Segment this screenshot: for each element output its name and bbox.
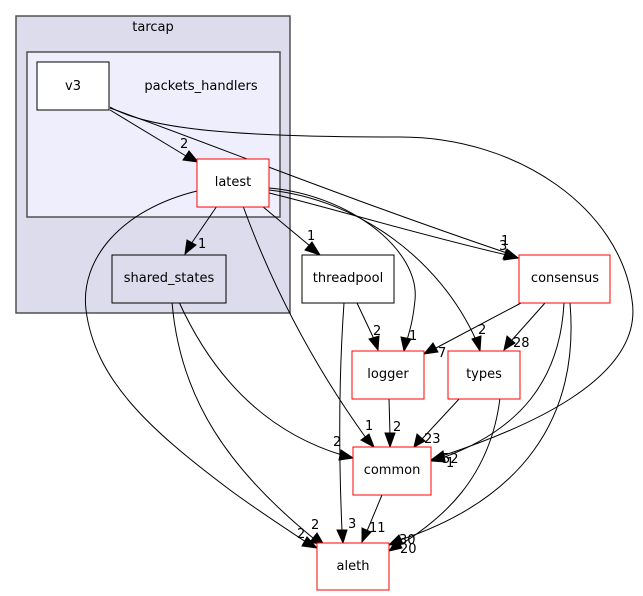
edge-consensus-types (511, 302, 546, 341)
node-v3[interactable]: v3 (36, 61, 110, 111)
edge-label: 11 (369, 521, 386, 536)
edge-latest-consensus (268, 192, 508, 256)
cluster-packets-handlers-label: packets_handlers (144, 79, 257, 94)
arrowhead-icon (336, 529, 348, 545)
edge-threadpool-aleth (339, 302, 345, 532)
cluster-tarcap-label: tarcap (132, 20, 174, 35)
edge-label: 52 (442, 452, 459, 467)
edge-label: 28 (513, 336, 530, 351)
node-aleth-label: aleth (337, 559, 370, 574)
arrowhead-icon (471, 335, 482, 353)
node-shared-states-label: shared_states (124, 271, 215, 286)
edge-label: 2 (373, 324, 381, 339)
edge-label: 2 (297, 527, 305, 542)
node-shared-states[interactable]: shared_states (111, 254, 227, 304)
arrowhead-icon (422, 342, 439, 355)
edge-label: 1 (198, 237, 206, 252)
node-aleth[interactable]: aleth (316, 542, 390, 591)
arrowhead-icon (503, 249, 520, 261)
node-common[interactable]: common (352, 446, 432, 496)
node-latest-label: latest (215, 175, 252, 190)
node-latest[interactable]: latest (196, 158, 270, 208)
node-types-label: types (466, 367, 502, 382)
dependency-graph: tarcap packets_handlers 2 3 1 1 1 1 1 2 … (15, 15, 634, 591)
arrowhead-icon (338, 449, 355, 461)
edge-logger-common (388, 397, 391, 436)
edge-label: 2 (311, 518, 319, 533)
edge-shared-states-aleth (171, 301, 314, 539)
node-common-label: common (364, 463, 421, 478)
edge-label: 1 (307, 229, 315, 244)
node-types[interactable]: types (447, 350, 521, 400)
arrowhead-icon (384, 432, 396, 449)
node-threadpool-label: threadpool (313, 271, 383, 286)
node-logger[interactable]: logger (351, 350, 425, 400)
edge-threadpool-logger (356, 302, 375, 340)
node-consensus-label: consensus (531, 271, 599, 286)
node-threadpool[interactable]: threadpool (301, 254, 395, 304)
edge-label: 2 (393, 420, 401, 435)
edge-label: 1 (409, 329, 417, 344)
node-logger-label: logger (367, 367, 409, 382)
edge-label: 1 (365, 419, 373, 434)
edge-consensus-aleth (399, 302, 572, 541)
node-consensus[interactable]: consensus (518, 254, 611, 304)
edge-label: 3 (348, 517, 356, 532)
edge-shared-states-common (178, 301, 343, 456)
edge-label: 1 (501, 234, 509, 249)
edge-label: 23 (424, 432, 441, 447)
arrowhead-icon (360, 433, 375, 449)
edge-label: 7 (438, 346, 446, 361)
edge-label: 20 (400, 542, 417, 557)
edge-label: 2 (180, 137, 188, 152)
node-v3-label: v3 (65, 79, 81, 94)
